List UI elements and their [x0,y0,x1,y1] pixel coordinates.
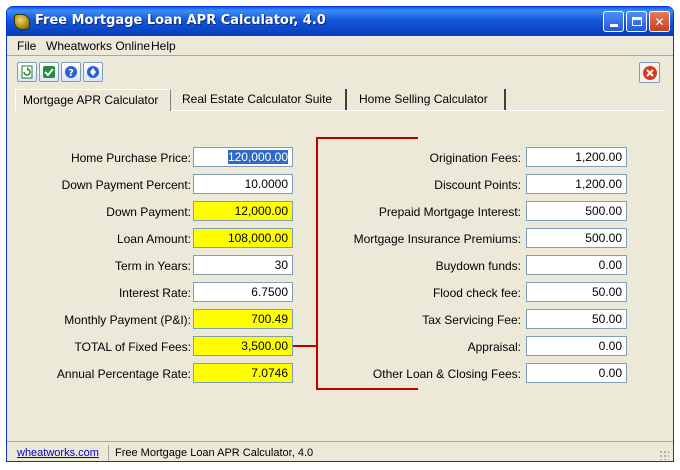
discount-points-label: Discount Points: [434,178,521,192]
tax-servicing-fee-field[interactable]: 50.00 [526,309,627,329]
help-button[interactable]: ? [61,62,81,82]
prepaid-mortgage-interest-field[interactable]: 500.00 [526,201,627,221]
monthly-payment-field: 700.49 [193,309,293,329]
interest-rate-field[interactable]: 6.7500 [193,282,293,302]
app-window: Free Mortgage Loan APR Calculator, 4.0 ✕… [6,6,674,462]
home-purchase-price-label: Home Purchase Price: [70,151,191,165]
status-divider [108,445,109,461]
down-payment-label: Down Payment: [106,205,191,219]
appraisal-label: Appraisal: [467,340,521,354]
mortgage-insurance-premiums-field[interactable]: 500.00 [526,228,627,248]
info-button[interactable] [83,62,103,82]
bracket-connector [293,345,317,347]
status-text: Free Mortgage Loan APR Calculator, 4.0 [115,447,314,459]
term-in-years-label: Term in Years: [114,259,191,273]
svg-text:?: ? [68,68,74,79]
tax-servicing-fee-label: Tax Servicing Fee: [422,313,521,327]
discount-points-field[interactable]: 1,200.00 [526,174,627,194]
calculate-button[interactable] [39,62,59,82]
maximize-icon [631,17,642,26]
monthly-payment-label: Monthly Payment (P&I): [64,313,191,327]
bracket-vertical [316,137,318,390]
app-logo-icon [14,14,30,30]
refresh-button[interactable] [17,62,37,82]
total-fixed-fees-label: TOTAL of Fixed Fees: [74,340,191,354]
down-payment-percent-field[interactable]: 10.0000 [193,174,293,194]
close-button[interactable]: ✕ [649,11,670,32]
loan-amount-field: 108,000.00 [193,228,293,248]
close-icon: ✕ [654,14,665,29]
exit-button[interactable] [639,62,660,83]
mortgage-calculator-panel: Home Purchase Price: 120,000.00 Down Pay… [15,110,665,430]
resize-grip-icon[interactable] [659,450,669,460]
flood-check-fee-label: Flood check fee: [432,286,521,300]
menu-bar: File Wheatworks Online Help [7,37,673,55]
menu-separator [7,55,673,56]
buydown-funds-field[interactable]: 0.00 [526,255,627,275]
loan-amount-label: Loan Amount: [116,232,191,246]
stop-icon [642,65,657,80]
check-icon [43,66,55,78]
minimize-button[interactable] [603,11,624,32]
appraisal-field[interactable]: 0.00 [526,336,627,356]
other-loan-closing-fees-label: Other Loan & Closing Fees: [372,367,521,381]
help-icon: ? [65,66,77,79]
bracket-bottom [316,388,418,390]
flood-check-fee-field[interactable]: 50.00 [526,282,627,302]
interest-rate-label: Interest Rate: [118,286,191,300]
annual-percentage-rate-field: 7.0746 [193,363,293,383]
refresh-icon [21,65,33,79]
minimize-icon [609,24,618,27]
down-payment-field: 12,000.00 [193,201,293,221]
total-fixed-fees-field: 3,500.00 [193,336,293,356]
origination-fees-field[interactable]: 1,200.00 [526,147,627,167]
term-in-years-field[interactable]: 30 [193,255,293,275]
tab-home-selling-calculator[interactable]: Home Selling Calculator [352,89,506,111]
mortgage-insurance-premiums-label: Mortgage Insurance Premiums: [353,232,521,246]
title-bar[interactable]: Free Mortgage Loan APR Calculator, 4.0 ✕ [7,7,673,36]
tab-real-estate-calculator-suite[interactable]: Real Estate Calculator Suite [175,89,347,111]
menu-wheatworks-online[interactable]: Wheatworks Online [46,39,150,53]
bracket-top [316,137,418,139]
maximize-button[interactable] [626,11,647,32]
menu-help[interactable]: Help [151,39,176,53]
website-link[interactable]: wheatworks.com [17,447,99,459]
status-bar: wheatworks.com Free Mortgage Loan APR Ca… [7,441,673,461]
other-loan-closing-fees-field[interactable]: 0.00 [526,363,627,383]
window-title: Free Mortgage Loan APR Calculator, 4.0 [35,13,326,28]
annual-percentage-rate-label: Annual Percentage Rate: [56,367,191,381]
tab-strip: Mortgage APR Calculator Real Estate Calc… [15,89,665,111]
down-payment-percent-label: Down Payment Percent: [61,178,191,192]
info-icon [87,66,99,78]
menu-file[interactable]: File [17,39,36,53]
origination-fees-label: Origination Fees: [429,151,521,165]
buydown-funds-label: Buydown funds: [435,259,521,273]
prepaid-mortgage-interest-label: Prepaid Mortgage Interest: [378,205,521,219]
tab-mortgage-apr-calculator[interactable]: Mortgage APR Calculator [15,89,171,111]
home-purchase-price-value: 120,000.00 [227,150,288,164]
home-purchase-price-field[interactable]: 120,000.00 [193,147,293,167]
